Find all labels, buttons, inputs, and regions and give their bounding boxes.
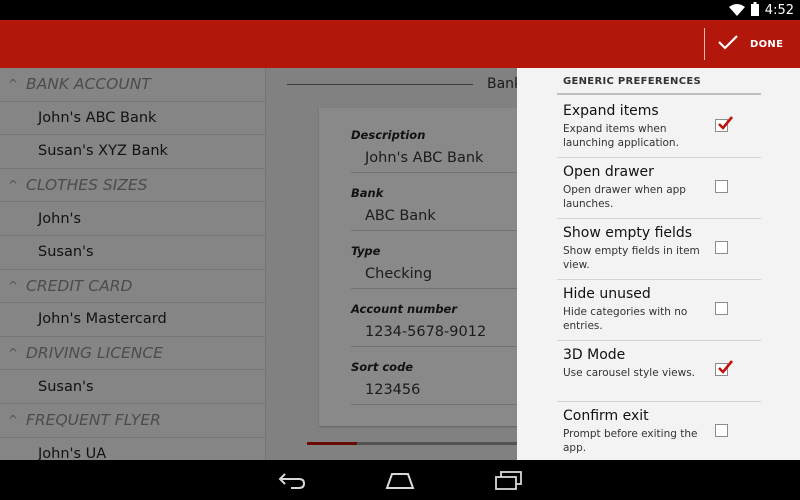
pref-show-empty-fields[interactable]: Show empty fields Show empty fields in i… — [557, 219, 761, 280]
home-icon[interactable] — [380, 466, 420, 494]
preferences-panel: GENERIC PREFERENCES Expand items Expand … — [517, 68, 800, 460]
pref-title: Confirm exit — [563, 408, 649, 424]
status-bar: 4:52 — [0, 0, 800, 20]
pref-summary: Use carousel style views. — [563, 367, 696, 379]
pref-title: Hide unused — [563, 286, 651, 302]
pref-title: Open drawer — [563, 164, 654, 180]
checkmark-icon — [718, 116, 734, 130]
checkmark-icon — [716, 33, 740, 55]
pref-summary: Expand items when launching application. — [563, 123, 679, 149]
pref-checkbox[interactable] — [715, 424, 728, 437]
pref-title: Show empty fields — [563, 225, 693, 241]
recent-apps-icon[interactable] — [488, 466, 528, 494]
pref-summary: Show empty fields in item view. — [563, 245, 700, 271]
system-nav-bar — [0, 460, 800, 500]
pref-title: 3D Mode — [563, 347, 626, 363]
back-icon[interactable] — [272, 466, 312, 494]
pref-open-drawer[interactable]: Open drawer Open drawer when app launche… — [557, 158, 761, 219]
pref-hide-unused[interactable]: Hide unused Hide categories with no entr… — [557, 280, 761, 341]
pref-checkbox[interactable] — [715, 116, 734, 132]
pref-checkbox[interactable] — [715, 302, 728, 315]
battery-icon — [750, 1, 759, 20]
pref-summary: Open drawer when app launches. — [563, 184, 686, 210]
preferences-header: GENERIC PREFERENCES — [557, 68, 761, 95]
pref-checkbox[interactable] — [715, 360, 734, 376]
pref-checkbox[interactable] — [715, 180, 728, 193]
pref-expand-items[interactable]: Expand items Expand items when launching… — [557, 97, 761, 158]
pref-summary: Prompt before exiting the app. — [563, 428, 698, 454]
done-button[interactable]: DONE — [704, 20, 800, 68]
pref-summary: Hide categories with no entries. — [563, 306, 688, 332]
pref-title: Expand items — [563, 103, 659, 119]
status-clock: 4:52 — [764, 2, 794, 18]
pref-checkbox[interactable] — [715, 241, 728, 254]
pref-confirm-exit[interactable]: Confirm exit Prompt before exiting the a… — [557, 402, 761, 460]
pref-3d-mode[interactable]: 3D Mode Use carousel style views. — [557, 341, 761, 402]
done-separator — [704, 28, 705, 60]
status-icons: 4:52 — [728, 0, 794, 20]
dim-overlay[interactable] — [0, 68, 517, 460]
done-label: DONE — [750, 38, 784, 50]
action-bar: DONE — [0, 20, 800, 68]
wifi-icon — [728, 1, 745, 20]
checkmark-icon — [718, 360, 734, 374]
